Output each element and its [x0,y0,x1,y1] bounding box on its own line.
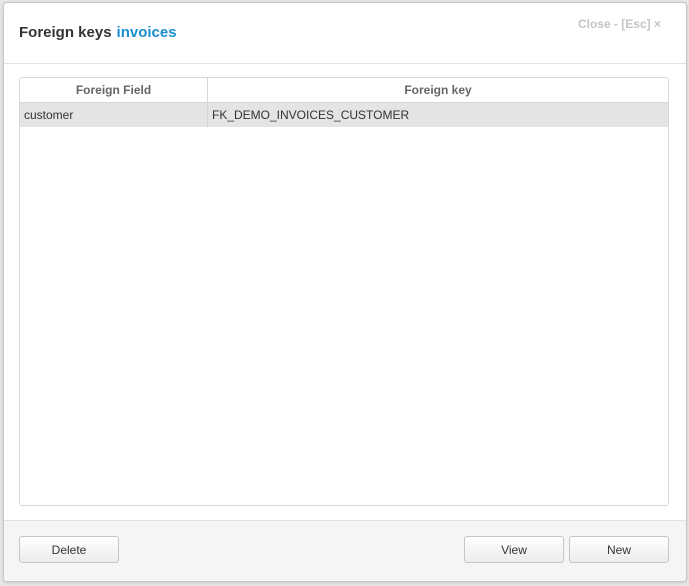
column-header-foreign-key[interactable]: Foreign key [207,78,668,103]
foreign-keys-table: Foreign Field Foreign key customer FK_DE… [20,78,668,127]
dialog-subtitle: invoices [116,24,177,41]
dialog-header: Foreign keys invoices Close - [Esc] × [4,3,686,64]
cell-foreign-key[interactable]: FK_DEMO_INVOICES_CUSTOMER [207,102,668,127]
table-row[interactable]: customer FK_DEMO_INVOICES_CUSTOMER [20,102,668,127]
foreign-keys-dialog: Foreign keys invoices Close - [Esc] × For… [3,2,687,582]
new-button[interactable]: New [569,536,669,563]
view-button[interactable]: View [464,536,564,563]
cell-foreign-field[interactable]: customer [20,102,208,127]
close-button[interactable]: Close - [Esc] × [578,17,661,31]
dialog-footer: Delete View New [4,520,686,581]
column-header-foreign-field[interactable]: Foreign Field [20,78,208,103]
delete-button[interactable]: Delete [19,536,119,563]
foreign-keys-table-panel: Foreign Field Foreign key customer FK_DE… [19,77,669,506]
dialog-title-text: Foreign keys [19,24,112,41]
table-header-row: Foreign Field Foreign key [20,78,668,103]
dialog-title: Foreign keys invoices [19,24,177,41]
